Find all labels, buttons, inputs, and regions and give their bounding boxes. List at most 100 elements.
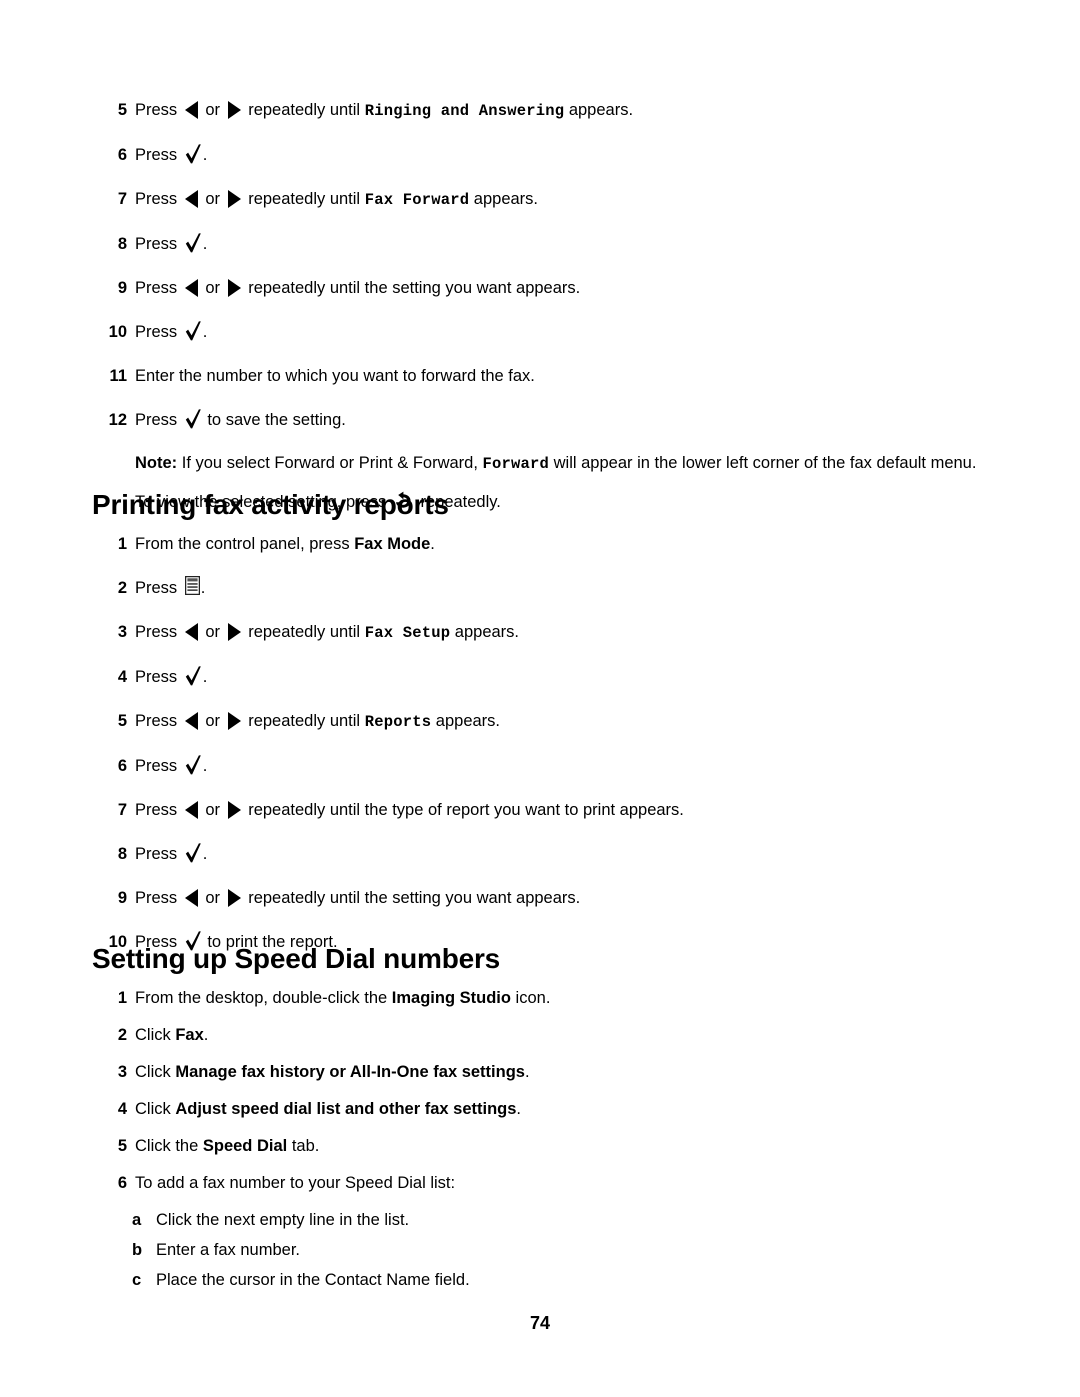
- list-item: 8 Press .: [100, 233, 1020, 255]
- right-arrow-icon: [227, 888, 241, 907]
- step-text-tail: appears.: [450, 623, 519, 641]
- step-text-pre: Click: [135, 1026, 176, 1044]
- step-text-tail: .: [516, 1100, 521, 1118]
- fax-forward-steps-block: 5 Press or repeatedly until Ringing and A…: [100, 100, 1020, 513]
- step-text-post: repeatedly until: [243, 712, 365, 730]
- step-text: To add a fax number to your Speed Dial l…: [135, 1174, 455, 1192]
- list-item: 2 Press .: [100, 576, 1020, 599]
- step-text-pre: Press: [135, 757, 182, 775]
- step-text-mid: or: [200, 889, 225, 907]
- step-text: Enter the number to which you want to fo…: [135, 367, 535, 385]
- step-text-tail: .: [202, 323, 208, 341]
- checkmark-icon: [185, 233, 202, 253]
- list-item: 8 Press .: [100, 843, 1020, 865]
- right-arrow-icon: [227, 278, 241, 297]
- step-text-tail: .: [430, 535, 435, 553]
- checkmark-icon: [185, 666, 202, 686]
- list-item: 2 Click Fax.: [100, 1025, 1020, 1046]
- step-text: Press or repeatedly until Fax Forward ap…: [135, 189, 539, 209]
- list-item: 9 Press or repeatedly until the setting y…: [100, 278, 1020, 299]
- step-text: Press .: [135, 233, 208, 253]
- step-text: From the control panel, press Fax Mode.: [135, 535, 435, 553]
- step-text: Press .: [135, 755, 208, 775]
- step-text-pre: From the desktop, double-click the: [135, 989, 392, 1007]
- left-arrow-icon: [184, 888, 198, 907]
- right-arrow-icon: [227, 800, 241, 819]
- step-text-tail: appears.: [431, 712, 500, 730]
- step-text-bold: Speed Dial: [202, 1137, 288, 1155]
- list-item: b Enter a fax number.: [132, 1240, 1020, 1261]
- right-arrow-icon: [227, 622, 241, 641]
- note-label: Note:: [135, 454, 178, 472]
- substep-text: Place the cursor in the Contact Name fie…: [156, 1271, 470, 1289]
- fax-forward-step-list: 5 Press or repeatedly until Ringing and A…: [100, 100, 1020, 431]
- step-text-code: Fax Setup: [364, 624, 451, 642]
- step-text: Press .: [135, 666, 208, 686]
- step-text-pre: Press: [135, 146, 182, 164]
- step-text-pre: Press: [135, 845, 182, 863]
- step-text: Click Fax.: [135, 1026, 208, 1044]
- page-title-setting-up-speed-dial-numbers: Setting up Speed Dial numbers: [92, 943, 501, 974]
- list-item: 10 Press .: [100, 321, 1020, 343]
- step-text-pre: To add a fax number to your Speed Dial l…: [135, 1174, 456, 1192]
- step-text-pre: Press: [135, 101, 182, 119]
- step-text-code: Fax Forward: [364, 191, 470, 209]
- step-text-tail: .: [202, 146, 208, 164]
- step-text-bold: Manage fax history or All-In-One fax set…: [175, 1063, 525, 1081]
- step-text-tail: appears.: [469, 190, 539, 208]
- step-text-code: Ringing and Answering: [364, 102, 565, 120]
- step-text-pre: Enter the number to which you want to fo…: [135, 367, 535, 385]
- step-text: Press or repeatedly until Reports appear…: [135, 711, 500, 731]
- list-item: 3 Click Manage fax history or All-In-One …: [100, 1062, 1020, 1083]
- step-text: Press or repeatedly until Fax Setup appe…: [135, 622, 519, 642]
- step-number: 3: [117, 1063, 127, 1081]
- step-text-tail: .: [200, 579, 206, 597]
- step-text-mid: or: [200, 101, 225, 119]
- step-number: 5: [117, 101, 127, 119]
- note-line1-text-a: If you select Forward or Print & Forward…: [177, 454, 483, 472]
- speed-dial-steps-block: 1 From the desktop, double-click the Imag…: [100, 988, 1020, 1291]
- step-text-tail: .: [203, 1026, 209, 1044]
- step-number: 10: [108, 323, 127, 341]
- step-text-tail: .: [524, 1063, 530, 1081]
- step-text: Click Manage fax history or All-In-One f…: [135, 1063, 530, 1081]
- list-item: 3 Press or repeatedly until Fax Setup app…: [100, 622, 1020, 644]
- step-number: 2: [117, 1026, 127, 1044]
- step-text-pre: From the control panel, press: [135, 535, 355, 553]
- step-text-pre: Press: [135, 801, 182, 819]
- step-text: Press .: [135, 321, 208, 341]
- step-text-pre: Click: [135, 1063, 176, 1081]
- step-text-tail: .: [202, 235, 208, 253]
- page-title-printing-fax-activity-reports: Printing fax activity reports: [92, 489, 449, 520]
- step-number: 3: [117, 623, 127, 641]
- note-line-1: Note: If you select Forward or Print & F…: [135, 453, 1020, 475]
- step-text-tail: .: [202, 757, 208, 775]
- printing-reports-steps-block: 1 From the control panel, press Fax Mode.…: [100, 534, 1020, 953]
- step-text-code: Reports: [364, 713, 432, 731]
- speed-dial-step-list: 1 From the desktop, double-click the Imag…: [100, 988, 1020, 1194]
- step-text-pre: Click: [135, 1100, 176, 1118]
- step-text-tail: .: [202, 845, 208, 863]
- list-item: 12 Press to save the setting.: [100, 409, 1020, 431]
- printing-reports-step-list: 1 From the control panel, press Fax Mode.…: [100, 534, 1020, 953]
- step-text-pre: Press: [135, 712, 182, 730]
- step-text-pre: Press: [135, 889, 182, 907]
- step-number: 5: [117, 1137, 127, 1155]
- step-number: 2: [117, 579, 127, 597]
- right-arrow-icon: [227, 100, 241, 119]
- step-text-pre: Press: [135, 668, 182, 686]
- step-number: 4: [117, 1100, 127, 1118]
- list-item: 5 Click the Speed Dial tab.: [100, 1136, 1020, 1157]
- list-item: 6 Press .: [100, 755, 1020, 777]
- step-text: Press to save the setting.: [135, 409, 346, 429]
- step-text-tail: .: [202, 668, 208, 686]
- list-item: 1 From the desktop, double-click the Imag…: [100, 988, 1020, 1009]
- list-item: 9 Press or repeatedly until the setting y…: [100, 888, 1020, 909]
- right-arrow-icon: [227, 711, 241, 730]
- step-text-post: repeatedly until the type of report you …: [243, 801, 684, 819]
- step-text-bold: Imaging Studio: [391, 989, 511, 1007]
- page-number: 74: [529, 1313, 551, 1333]
- step-text: Press or repeatedly until the type of re…: [135, 800, 684, 819]
- step-text-mid: or: [200, 712, 225, 730]
- substep-text: Click the next empty line in the list.: [156, 1211, 410, 1229]
